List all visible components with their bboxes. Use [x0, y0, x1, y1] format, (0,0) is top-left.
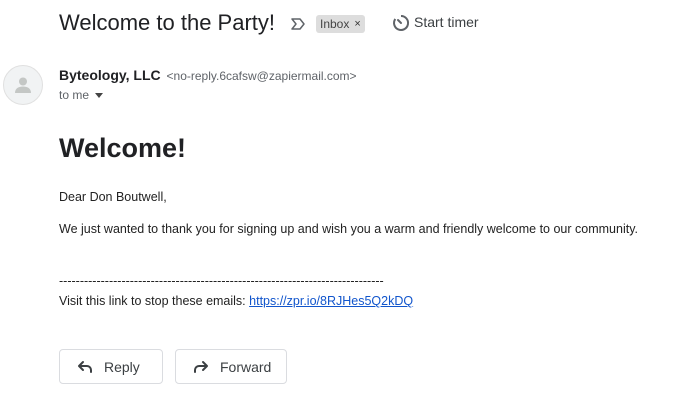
reply-button[interactable]: Reply — [59, 349, 163, 384]
inbox-label-chip: Inbox × — [316, 15, 365, 33]
separator-line: ----------------------------------------… — [59, 274, 384, 288]
unsubscribe-link[interactable]: https://zpr.io/8RJHes5Q2kDQ — [249, 294, 413, 308]
remove-label-icon[interactable]: × — [354, 18, 360, 30]
sender-line: Byteology, LLC <no-reply.6cafsw@zapierma… — [59, 67, 357, 83]
reply-label: Reply — [104, 358, 140, 375]
unsubscribe-line: Visit this link to stop these emails: ht… — [59, 294, 413, 308]
email-heading: Welcome! — [59, 133, 187, 163]
chevron-down-icon[interactable] — [95, 92, 104, 98]
person-icon — [15, 77, 31, 93]
sender-name[interactable]: Byteology, LLC — [59, 67, 161, 83]
forward-button[interactable]: Forward — [175, 349, 287, 384]
importance-marker-icon[interactable] — [290, 16, 306, 32]
start-timer-button[interactable]: Start timer — [414, 14, 479, 30]
recipient-dropdown[interactable]: to me — [59, 88, 104, 102]
reply-arrow-icon — [78, 360, 92, 373]
sender-email: <no-reply.6cafsw@zapiermail.com> — [166, 69, 357, 83]
forward-label: Forward — [220, 358, 272, 375]
unsubscribe-text: Visit this link to stop these emails: — [59, 294, 250, 308]
recipient-label: to me — [59, 88, 90, 102]
avatar[interactable] — [3, 65, 43, 105]
message-text: We just wanted to thank you for signing … — [59, 222, 638, 236]
greeting-text: Dear Don Boutwell, — [59, 190, 167, 204]
forward-arrow-icon — [194, 360, 208, 373]
email-subject: Welcome to the Party! — [59, 10, 276, 35]
label-chip-text: Inbox — [320, 17, 350, 31]
timer-icon[interactable] — [392, 14, 410, 32]
